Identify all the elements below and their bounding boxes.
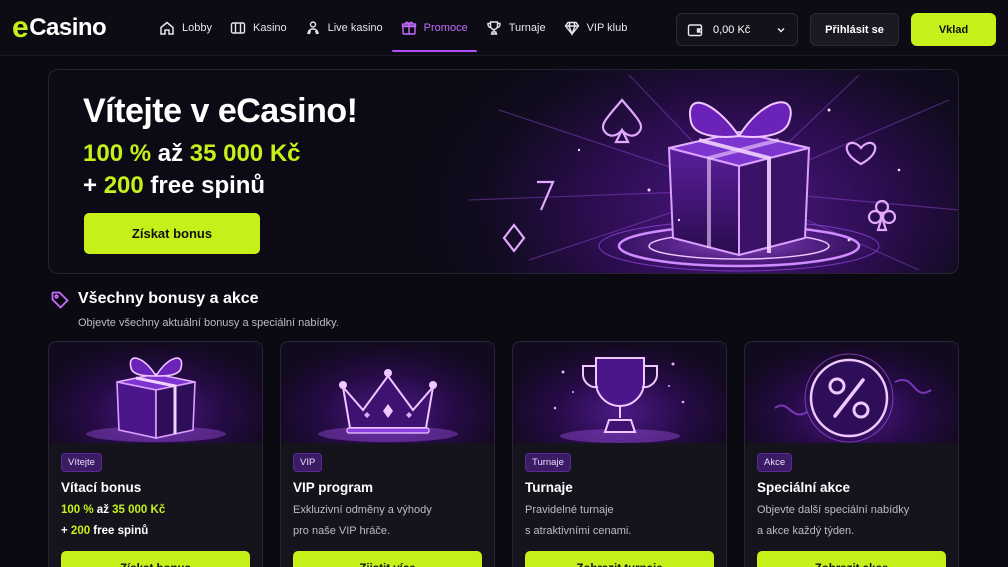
- hero-gift-illustration: [468, 74, 958, 273]
- learn-more-button[interactable]: Zjistit více: [293, 551, 482, 567]
- hero-free-spins: + 200 free spinů: [83, 172, 265, 200]
- nav-label: Lobby: [182, 22, 212, 34]
- percent-icon: [774, 353, 932, 443]
- spins-prefix: +: [83, 172, 104, 199]
- card-description-line-2: s atraktivními cenami.: [525, 525, 632, 537]
- card-image: [281, 342, 494, 443]
- card-image: [513, 342, 726, 443]
- promo-card-tournaments[interactable]: Turnaje Turnaje Pravidelné turnaje s atr…: [512, 341, 727, 567]
- hero-title: Vítejte v eCasino!: [83, 92, 358, 130]
- bonus-percent: 100 %: [83, 140, 152, 167]
- spins-count: 200: [70, 525, 91, 537]
- section-title: Všechny bonusy a akce: [78, 290, 259, 307]
- diamond-icon: [564, 21, 579, 36]
- section-subtitle: Objevte všechny aktuální bonusy a speciá…: [78, 317, 339, 329]
- card-image: [745, 342, 958, 443]
- trophy-icon: [553, 357, 685, 443]
- card-description-line-1: Objevte další speciální nabídky: [757, 504, 910, 516]
- promo-card-welcome-bonus[interactable]: Vítejte Vítací bonus 100 % až 35 000 Kč …: [48, 341, 263, 567]
- spins-suffix: free spinů: [90, 525, 149, 537]
- category-badge: Turnaje: [525, 453, 571, 472]
- tag-icon: [51, 291, 69, 309]
- main-nav: Lobby Kasino Live kasino Promoce Turnaje…: [150, 0, 636, 56]
- spins-count: 200: [103, 172, 144, 199]
- gift-icon: [401, 21, 416, 35]
- wallet-icon: [687, 23, 703, 36]
- nav-item-lobby[interactable]: Lobby: [150, 0, 221, 56]
- nav-label: Live kasino: [327, 22, 383, 34]
- bonus-connector: až: [151, 140, 190, 167]
- bonus-max-amount: 35 000 Kč: [189, 140, 301, 167]
- card-free-spins: + 200 free spinů: [61, 525, 148, 537]
- card-title: VIP program: [293, 480, 374, 495]
- hero-bonus-amount: 100 % až 35 000 Kč: [83, 140, 301, 168]
- wallet-balance-dropdown[interactable]: 0,00 Kč: [676, 13, 798, 46]
- nav-label: Kasino: [252, 22, 287, 34]
- nav-label: VIP klub: [586, 22, 628, 34]
- card-body: VIP VIP program Exkluzivní odměny a výho…: [281, 443, 494, 567]
- deposit-button[interactable]: Vklad: [911, 13, 996, 46]
- card-body: Vítejte Vítací bonus 100 % až 35 000 Kč …: [49, 443, 262, 567]
- card-title: Vítací bonus: [61, 480, 142, 495]
- nav-label: Promoce: [423, 22, 468, 34]
- bonus-percent: 100 %: [61, 504, 94, 516]
- category-badge: VIP: [293, 453, 323, 472]
- show-offers-button[interactable]: Zobrazit akce: [757, 551, 946, 567]
- promo-card-special-offers[interactable]: Akce Speciální akce Objevte další speciá…: [744, 341, 959, 567]
- bonus-connector: až: [93, 504, 113, 516]
- top-navigation-bar: e Casino Lobby Kasino Live kasino Promoce…: [0, 0, 1008, 56]
- card-title: Speciální akce: [757, 480, 851, 495]
- bonus-max-amount: 35 000 Kč: [112, 504, 166, 516]
- welcome-hero-banner: Vítejte v eCasino! 100 % až 35 000 Kč + …: [48, 69, 959, 274]
- card-bonus-amount: 100 % až 35 000 Kč: [61, 504, 165, 516]
- category-badge: Akce: [757, 453, 793, 472]
- spins-suffix: free spinů: [143, 172, 266, 199]
- wallet-balance-value: 0,00 Kč: [713, 23, 751, 36]
- promo-card-vip-program[interactable]: VIP VIP program Exkluzivní odměny a výho…: [280, 341, 495, 567]
- casino-icon: [230, 22, 246, 34]
- logo-text: Casino: [29, 14, 107, 41]
- chevron-down-icon: [777, 27, 785, 33]
- category-badge: Vítejte: [61, 453, 102, 472]
- card-description-line-1: Exkluzivní odměny a výhody: [293, 504, 432, 516]
- ecasino-logo[interactable]: e Casino: [12, 11, 107, 44]
- nav-item-kasino[interactable]: Kasino: [221, 0, 296, 56]
- card-description-line-2: pro naše VIP hráče.: [293, 525, 391, 537]
- get-bonus-button[interactable]: Získat bonus: [61, 551, 250, 567]
- card-image: [49, 342, 262, 443]
- card-description-line-2: a akce každý týden.: [757, 525, 855, 537]
- trophy-icon: [487, 21, 501, 35]
- crown-icon: [318, 369, 458, 442]
- spins-prefix: +: [61, 525, 71, 537]
- nav-item-live-kasino[interactable]: Live kasino: [296, 0, 392, 56]
- card-description-line-1: Pravidelné turnaje: [525, 504, 614, 516]
- login-button[interactable]: Přihlásit se: [810, 13, 899, 46]
- show-tournaments-button[interactable]: Zobrazit turnaje: [525, 551, 714, 567]
- nav-item-promoce[interactable]: Promoce: [391, 0, 477, 56]
- nav-item-turnaje[interactable]: Turnaje: [477, 0, 555, 56]
- hero-get-bonus-button[interactable]: Získat bonus: [84, 213, 260, 254]
- card-body: Turnaje Turnaje Pravidelné turnaje s atr…: [513, 443, 726, 567]
- logo-e: e: [12, 11, 29, 44]
- home-icon: [160, 21, 174, 35]
- gift-icon: [86, 357, 226, 442]
- nav-item-vip-klub[interactable]: VIP klub: [555, 0, 637, 56]
- live-dealer-icon: [306, 21, 319, 35]
- card-body: Akce Speciální akce Objevte další speciá…: [745, 443, 958, 567]
- card-title: Turnaje: [525, 480, 573, 495]
- nav-label: Turnaje: [508, 22, 546, 34]
